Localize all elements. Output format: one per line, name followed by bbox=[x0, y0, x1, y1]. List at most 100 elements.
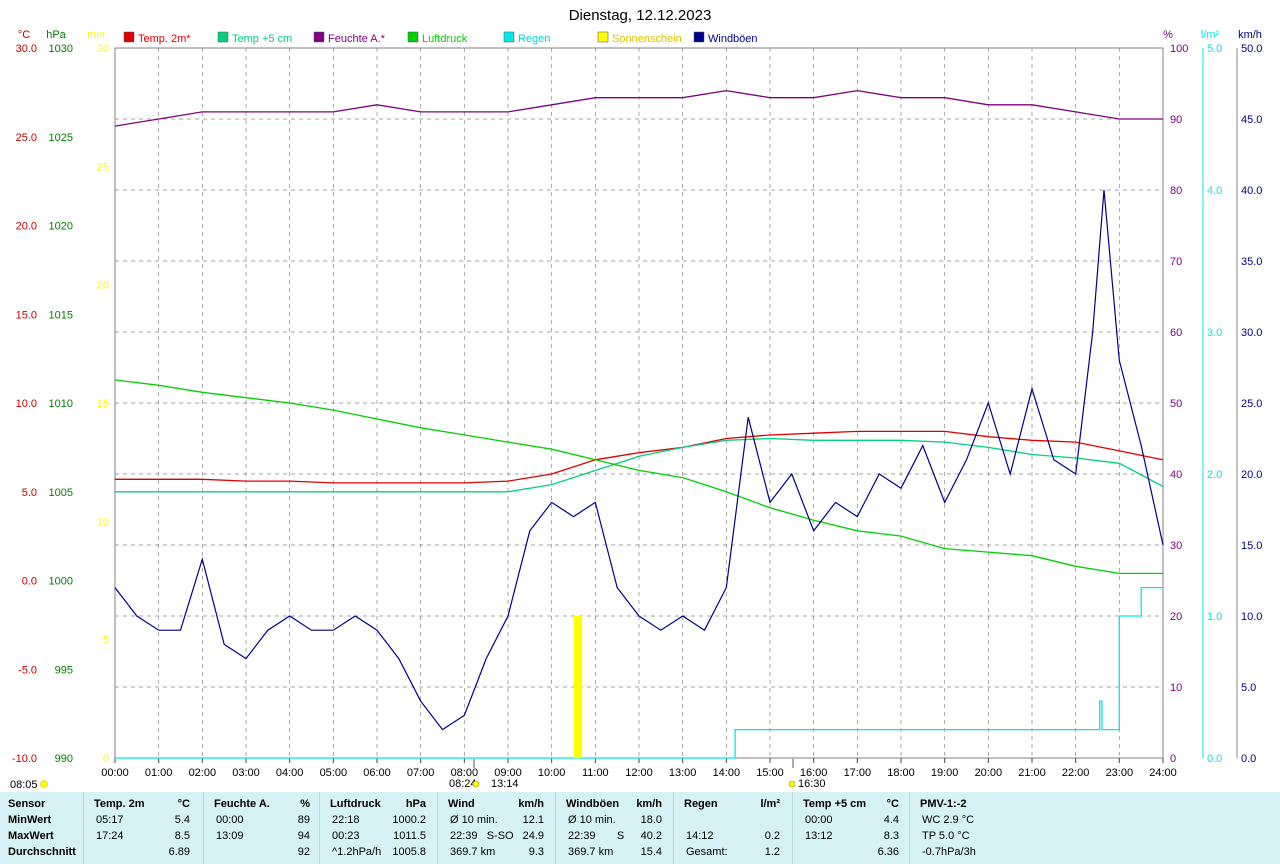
weather-chart: Dienstag, 12.12.2023 Temp. 2m* Temp +5 cm… bbox=[0, 0, 1280, 792]
summary-separator bbox=[83, 792, 84, 864]
sunshine-bar bbox=[578, 616, 583, 758]
x-tick-label: 23:00 bbox=[1106, 767, 1134, 779]
summary-col-unit: km/h bbox=[518, 798, 544, 810]
axis-tick-pressure: 1020 bbox=[49, 221, 73, 233]
summary-cell-value: 8.5 bbox=[174, 830, 190, 842]
legend-entry: Temp +5 cm bbox=[232, 33, 292, 45]
moon-event-label: 08:24 bbox=[449, 778, 477, 790]
legend-swatch bbox=[407, 31, 419, 43]
axis-tick-temp: 15.0 bbox=[16, 309, 37, 321]
axis-tick-wind: 20.0 bbox=[1241, 469, 1262, 481]
x-tick-label: 06:00 bbox=[363, 767, 391, 779]
summary-row-label: MinWert bbox=[8, 814, 52, 826]
moon-event-label: 13:14 bbox=[491, 778, 519, 790]
axis-tick-temp: -5.0 bbox=[18, 664, 37, 676]
axis-tick-rain: 0.0 bbox=[1207, 753, 1222, 765]
axis-unit-wind: km/h bbox=[1238, 29, 1262, 41]
axis-tick-pressure: 1030 bbox=[49, 43, 73, 55]
x-tick-label: 00:00 bbox=[101, 767, 129, 779]
axis-tick-temp: -10.0 bbox=[12, 753, 37, 765]
summary-row-label: Durchschnitt bbox=[8, 846, 76, 858]
summary-separator bbox=[203, 792, 204, 864]
axis-tick-temp: 0.0 bbox=[22, 576, 37, 588]
x-tick-label: 11:00 bbox=[582, 767, 609, 779]
summary-cell-value: 5.4 bbox=[174, 814, 190, 826]
summary-separator bbox=[792, 792, 793, 864]
axis-tick-wind: 25.0 bbox=[1241, 398, 1262, 410]
axis-tick-temp: 25.0 bbox=[16, 132, 37, 144]
axis-tick-humidity: 10 bbox=[1170, 682, 1182, 694]
axis-tick-pressure: 995 bbox=[55, 664, 73, 676]
summary-col-header: PMV-1:-2 bbox=[920, 798, 967, 810]
legend-entry: Feuchte A.* bbox=[328, 33, 386, 45]
legend-swatch bbox=[597, 31, 609, 43]
axis-tick-pressure: 1000 bbox=[49, 576, 73, 588]
summary-row-label: Sensor bbox=[8, 798, 46, 810]
axis-tick-rain: 5.0 bbox=[1207, 43, 1222, 55]
summary-cell-value: 9.3 bbox=[528, 846, 544, 858]
summary-separator bbox=[909, 792, 910, 864]
axis-tick-sun_min: 0 bbox=[103, 753, 109, 765]
axis-unit-temp: °C bbox=[18, 29, 30, 41]
axis-tick-wind: 0.0 bbox=[1241, 753, 1256, 765]
summary-separator bbox=[437, 792, 438, 864]
legend-swatch bbox=[693, 31, 705, 43]
summary-cell-value: 92 bbox=[297, 846, 310, 858]
axis-tick-temp: 5.0 bbox=[22, 487, 37, 499]
axis-tick-pressure: 1005 bbox=[49, 487, 73, 499]
axis-tick-humidity: 60 bbox=[1170, 327, 1182, 339]
axis-tick-wind: 10.0 bbox=[1241, 611, 1262, 623]
axis-tick-sun_min: 5 bbox=[103, 635, 109, 647]
summary-col-unit: l/m² bbox=[760, 798, 780, 810]
axis-tick-wind: 40.0 bbox=[1241, 185, 1262, 197]
x-tick-label: 19:00 bbox=[931, 767, 959, 779]
summary-separator bbox=[555, 792, 556, 864]
axis-tick-rain: 4.0 bbox=[1207, 185, 1222, 197]
summary-cell-value: 6.89 bbox=[168, 846, 190, 858]
axis-tick-sun_min: 10 bbox=[97, 516, 109, 528]
summary-cell-value: 0.2 bbox=[764, 830, 780, 842]
summary-separator bbox=[319, 792, 320, 864]
axis-tick-wind: 45.0 bbox=[1241, 114, 1262, 126]
axis-tick-wind: 30.0 bbox=[1241, 327, 1262, 339]
axis-unit-pressure: hPa bbox=[46, 29, 66, 41]
axis-tick-temp: 30.0 bbox=[16, 43, 37, 55]
summary-cell-value: 8.3 bbox=[883, 830, 899, 842]
moon-icon bbox=[472, 780, 480, 788]
x-tick-label: 03:00 bbox=[232, 767, 260, 779]
axis-tick-wind: 5.0 bbox=[1241, 682, 1256, 694]
axis-tick-rain: 1.0 bbox=[1207, 611, 1222, 623]
summary-cell-value: 1005.8 bbox=[392, 846, 426, 858]
axis-tick-sun_min: 15 bbox=[97, 398, 109, 410]
axis-tick-humidity: 30 bbox=[1170, 540, 1182, 552]
summary-cell-value: 89 bbox=[297, 814, 310, 826]
legend-entry: Windböen bbox=[708, 33, 758, 45]
x-tick-label: 14:00 bbox=[713, 767, 741, 779]
axis-unit-rain: l/m² bbox=[1201, 29, 1220, 41]
summary-cell-value: 4.4 bbox=[883, 814, 899, 826]
legend-entry: Luftdruck bbox=[422, 33, 468, 45]
axis-tick-humidity: 70 bbox=[1170, 256, 1182, 268]
axis-tick-pressure: 1015 bbox=[49, 309, 73, 321]
axis-tick-humidity: 80 bbox=[1170, 185, 1182, 197]
legend-swatch bbox=[503, 31, 515, 43]
summary-col-unit: °C bbox=[886, 798, 899, 810]
summary-cell-label: WC 2.9 °C bbox=[922, 814, 975, 826]
summary-cell-value: 1000.2 bbox=[392, 814, 426, 826]
axis-tick-humidity: 90 bbox=[1170, 114, 1182, 126]
x-tick-label: 12:00 bbox=[625, 767, 653, 779]
x-tick-label: 02:00 bbox=[189, 767, 217, 779]
axis-tick-wind: 50.0 bbox=[1241, 43, 1262, 55]
x-tick-label: 18:00 bbox=[887, 767, 915, 779]
summary-cell-value: 1011.5 bbox=[393, 830, 426, 842]
summary-cell-value: 1.2 bbox=[764, 846, 780, 858]
x-tick-label: 17:00 bbox=[844, 767, 872, 779]
x-tick-label: 05:00 bbox=[320, 767, 348, 779]
axis-unit-humidity: % bbox=[1163, 29, 1173, 41]
x-tick-label: 24:00 bbox=[1149, 767, 1177, 779]
x-tick-label: 07:00 bbox=[407, 767, 435, 779]
summary-cell-value: 6.36 bbox=[877, 846, 899, 858]
axis-tick-temp: 10.0 bbox=[16, 398, 37, 410]
summary-separator bbox=[673, 792, 674, 864]
x-tick-label: 21:00 bbox=[1018, 767, 1046, 779]
